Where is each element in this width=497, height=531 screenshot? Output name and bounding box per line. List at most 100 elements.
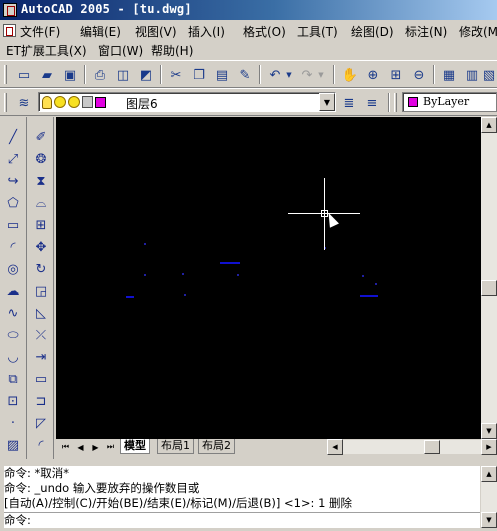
rectangle-icon[interactable]: ▭ <box>3 215 23 235</box>
zoom-realtime-icon[interactable]: ⊕ <box>362 64 384 86</box>
menu-draw[interactable]: 绘图(D) <box>351 23 394 40</box>
publish-icon[interactable]: ◩ <box>135 64 157 86</box>
layer-previous-icon[interactable]: ≡ <box>361 92 383 114</box>
match-properties-icon[interactable]: ✎ <box>234 64 256 86</box>
layer-thaw-icon[interactable] <box>54 96 66 108</box>
color-control-dropdown[interactable]: ByLayer <box>402 92 497 112</box>
insert-block-icon[interactable]: ⧉ <box>3 369 23 389</box>
save-icon[interactable]: ▣ <box>59 64 81 86</box>
trim-icon[interactable]: ⤫ <box>31 325 51 345</box>
menu-dimension[interactable]: 标注(N) <box>405 23 447 40</box>
tab-next-icon[interactable]: ▶ <box>88 440 103 454</box>
toolbar-grip[interactable] <box>4 93 7 112</box>
spline-icon[interactable]: ∿ <box>3 303 23 323</box>
arc-icon[interactable]: ◜ <box>3 237 23 257</box>
tab-prev-icon[interactable]: ◀ <box>73 440 88 454</box>
document-icon[interactable] <box>3 24 16 37</box>
polygon-icon[interactable]: ⬠ <box>3 193 23 213</box>
scroll-up-icon[interactable]: ▲ <box>481 117 497 133</box>
construction-line-icon[interactable]: ⤢ <box>3 149 23 169</box>
vertical-scroll-thumb[interactable] <box>481 280 497 296</box>
scroll-up-icon[interactable]: ▲ <box>481 466 497 482</box>
revision-cloud-icon[interactable]: ☁ <box>3 281 23 301</box>
tab-layout1[interactable]: 布局1 <box>157 439 194 454</box>
menu-bar: 文件(F) 编辑(E) 视图(V) 插入(I) 格式(O) 工具(T) 绘图(D… <box>0 20 497 58</box>
copy-object-icon[interactable]: ❂ <box>31 149 51 169</box>
ellipse-icon[interactable]: ⬭ <box>3 325 23 345</box>
command-scrollbar[interactable]: ▲ ▼ <box>481 466 497 528</box>
command-input[interactable]: 命令: <box>4 512 480 528</box>
hatch-icon[interactable]: ▨ <box>3 435 23 455</box>
scroll-down-icon[interactable]: ▼ <box>481 512 497 528</box>
menu-view[interactable]: 视图(V) <box>135 23 177 40</box>
properties-icon[interactable]: ▦ <box>438 64 460 86</box>
horizontal-scrollbar[interactable]: ◀ ▶ <box>327 439 497 455</box>
menu-insert[interactable]: 插入(I) <box>188 23 225 40</box>
tool-palettes-icon[interactable]: ▧ <box>481 64 497 86</box>
tab-last-icon[interactable]: ⏭ <box>103 440 118 454</box>
command-history[interactable]: 命令: *取消* 命令: _undo 输入要放弃的操作数目或 [自动(A)/控制… <box>4 466 480 528</box>
layer-manager-icon[interactable]: ≋ <box>13 92 35 114</box>
make-block-icon[interactable]: ⊡ <box>3 391 23 411</box>
cut-icon[interactable]: ✂ <box>165 64 187 86</box>
scale-icon[interactable]: ◲ <box>31 281 51 301</box>
open-icon[interactable]: ▰ <box>36 64 58 86</box>
undo-icon[interactable]: ↶ <box>264 64 286 86</box>
zoom-previous-icon[interactable]: ⊖ <box>408 64 430 86</box>
menu-tools[interactable]: 工具(T) <box>297 23 338 40</box>
fillet-icon[interactable]: ◜ <box>31 435 51 455</box>
plot-icon[interactable]: ⎙ <box>89 64 111 86</box>
circle-icon[interactable]: ◎ <box>3 259 23 279</box>
scroll-right-icon[interactable]: ▶ <box>481 439 497 455</box>
menu-edit[interactable]: 编辑(E) <box>80 23 121 40</box>
stretch-icon[interactable]: ◺ <box>31 303 51 323</box>
array-icon[interactable]: ⊞ <box>31 215 51 235</box>
undo-dropdown-icon[interactable]: ▼ <box>284 64 294 86</box>
copy-icon[interactable]: ❐ <box>188 64 210 86</box>
menu-modify[interactable]: 修改(M) <box>459 23 497 40</box>
new-icon[interactable]: ▭ <box>13 64 35 86</box>
pan-icon[interactable]: ✋ <box>339 64 361 86</box>
autocad-app-icon[interactable] <box>3 3 17 17</box>
layer-viewport-thaw-icon[interactable] <box>68 96 80 108</box>
move-icon[interactable]: ✥ <box>31 237 51 257</box>
drawing-area[interactable] <box>56 117 481 439</box>
layer-dropdown[interactable]: 图层6 ▼ <box>38 92 336 112</box>
tab-first-icon[interactable]: ⏮ <box>58 440 73 454</box>
vertical-scrollbar[interactable]: ▲ ▼ <box>481 117 497 439</box>
ellipse-arc-icon[interactable]: ◡ <box>3 347 23 367</box>
menu-format[interactable]: 格式(O) <box>243 23 286 40</box>
polyline-icon[interactable]: ↪ <box>3 171 23 191</box>
redo-icon[interactable]: ↷ <box>296 64 318 86</box>
menu-help[interactable]: 帮助(H) <box>151 42 193 59</box>
menu-express-tools[interactable]: ET扩展工具(X) <box>6 42 87 59</box>
chamfer-icon[interactable]: ◸ <box>31 413 51 433</box>
layer-on-icon[interactable] <box>42 95 52 109</box>
mirror-icon[interactable]: ⧗ <box>31 171 51 191</box>
line-icon[interactable]: ╱ <box>3 127 23 147</box>
design-center-icon[interactable]: ▥ <box>461 64 483 86</box>
break-icon[interactable]: ▭ <box>31 369 51 389</box>
tab-model[interactable]: 模型 <box>120 439 150 454</box>
toolbar-grip[interactable] <box>4 65 7 84</box>
offset-icon[interactable]: ⌓ <box>31 193 51 213</box>
redo-dropdown-icon[interactable]: ▼ <box>316 64 326 86</box>
zoom-window-icon[interactable]: ⊞ <box>385 64 407 86</box>
extend-icon[interactable]: ⇥ <box>31 347 51 367</box>
point-icon[interactable]: · <box>3 413 23 433</box>
layer-lock-icon[interactable] <box>82 96 93 108</box>
scroll-down-icon[interactable]: ▼ <box>481 423 497 439</box>
plot-preview-icon[interactable]: ◫ <box>112 64 134 86</box>
chevron-down-icon[interactable]: ▼ <box>319 93 335 111</box>
menu-file[interactable]: 文件(F) <box>20 23 60 40</box>
menu-window[interactable]: 窗口(W) <box>98 42 143 59</box>
toolbar-grip[interactable] <box>394 93 397 112</box>
tab-layout2[interactable]: 布局2 <box>198 439 235 454</box>
rotate-icon[interactable]: ↻ <box>31 259 51 279</box>
horizontal-scroll-thumb[interactable] <box>424 440 440 454</box>
make-object-layer-current-icon[interactable]: ≣ <box>338 92 360 114</box>
paste-icon[interactable]: ▤ <box>211 64 233 86</box>
join-icon[interactable]: ⊐ <box>31 391 51 411</box>
scroll-left-icon[interactable]: ◀ <box>327 439 343 455</box>
erase-icon[interactable]: ✐ <box>31 127 51 147</box>
